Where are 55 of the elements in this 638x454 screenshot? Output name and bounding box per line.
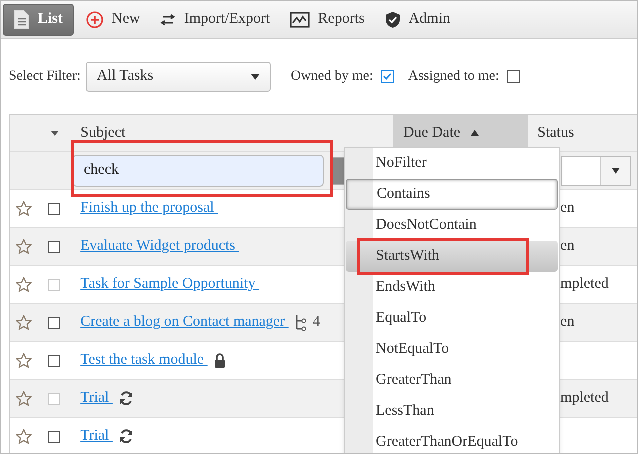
checkbox[interactable]: [507, 70, 520, 83]
subtask-count: 4: [312, 313, 320, 332]
add-icon: [86, 10, 104, 28]
assigned-label: Assigned to me:: [408, 68, 500, 86]
filter-input-field[interactable]: check: [73, 154, 324, 186]
owned-label: Owned by me:: [290, 68, 374, 86]
checkbox[interactable]: [48, 316, 60, 328]
status-cell: mpleted: [560, 390, 609, 406]
filter-option[interactable]: NotEqualTo: [346, 334, 558, 365]
caret-icon: [612, 168, 620, 174]
task-link[interactable]: Trial: [80, 425, 113, 448]
caret-icon: [250, 74, 260, 80]
column-menu-caret-icon: [50, 130, 59, 136]
status-cell: en: [560, 314, 575, 330]
task-link[interactable]: Create a blog on Contact manager: [80, 311, 289, 334]
toolbar-button[interactable]: Admin: [376, 4, 459, 36]
task-link[interactable]: Test the task module: [80, 349, 208, 372]
subtask-icon: [294, 314, 307, 332]
filter-option[interactable]: LessThan: [346, 396, 558, 427]
filter-option[interactable]: DoesNotContain: [346, 210, 558, 241]
checkbox[interactable]: [48, 202, 60, 214]
filter-option[interactable]: StartsWith: [346, 241, 558, 272]
filter-option[interactable]: EqualTo: [346, 303, 558, 334]
task-link[interactable]: Finish up the proposal: [80, 197, 218, 220]
star-icon[interactable]: [16, 428, 32, 444]
filter-dropdown[interactable]: All Tasks: [86, 62, 271, 92]
column-header[interactable]: Status: [528, 115, 637, 151]
filter-option[interactable]: Contains: [346, 179, 558, 210]
column-header[interactable]: Subject: [70, 115, 394, 151]
document-icon: [14, 10, 30, 30]
filter-option[interactable]: EndsWith: [346, 272, 558, 303]
checkbox[interactable]: [48, 240, 60, 252]
toolbar-button[interactable]: Reports: [282, 4, 373, 36]
shield-icon: [384, 10, 401, 28]
star-icon[interactable]: [16, 238, 32, 254]
toolbar-button[interactable]: List: [3, 4, 74, 36]
toolbar-button[interactable]: New: [78, 4, 148, 36]
status-cell: mpleted: [560, 276, 609, 292]
checkbox[interactable]: [381, 70, 394, 83]
swap-arrows-icon: [160, 14, 176, 26]
checkbox[interactable]: [48, 354, 60, 366]
task-link[interactable]: Evaluate Widget products: [80, 235, 240, 258]
star-icon[interactable]: [16, 314, 32, 330]
filter-label: Select Filter:: [9, 68, 81, 86]
status-cell: en: [560, 200, 575, 216]
filter-option[interactable]: GreaterThan: [346, 365, 558, 396]
sort-ascending-icon: [470, 130, 479, 136]
filter-option[interactable]: NoFilter: [346, 148, 558, 179]
filter-option[interactable]: GreaterThanOrEqualTo: [346, 427, 558, 453]
toolbar-button[interactable]: Import/Export: [152, 4, 278, 36]
checkbox[interactable]: [48, 430, 60, 442]
chart-icon: [290, 12, 310, 28]
status-cell: en: [560, 238, 575, 254]
star-icon[interactable]: [16, 352, 32, 368]
star-icon[interactable]: [16, 200, 32, 216]
